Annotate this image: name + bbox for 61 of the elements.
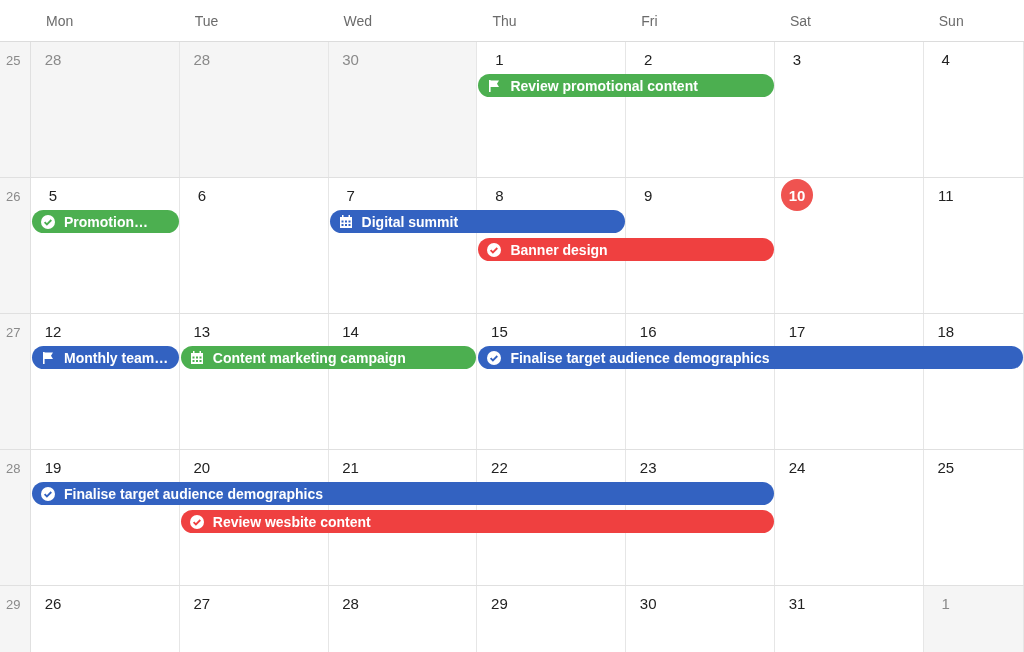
- weekday-label: Sat: [790, 12, 811, 29]
- day-number: 21: [341, 457, 360, 478]
- check-circle-icon: [188, 513, 205, 530]
- day-number: 16: [638, 321, 658, 342]
- day-number: 1: [494, 49, 505, 70]
- event-bar[interactable]: Finalise target audience demographics: [478, 346, 1023, 369]
- flag-icon: [40, 349, 56, 366]
- day-number: 10: [781, 179, 813, 211]
- day-number: 23: [638, 457, 658, 478]
- day-number: 30: [341, 49, 360, 70]
- calendar-icon: [337, 213, 354, 230]
- weekday-label: Wed: [343, 12, 373, 29]
- day-number: 19: [43, 457, 63, 478]
- event-bar[interactable]: Monthly team…: [32, 346, 179, 369]
- day-number: 7: [345, 185, 356, 206]
- weekday-label: Fri: [641, 12, 658, 29]
- day-number: 18: [936, 321, 956, 342]
- day-number: 30: [638, 593, 658, 614]
- day-number: 6: [196, 185, 207, 206]
- day-number: 26: [43, 593, 63, 614]
- check-circle-icon: [486, 349, 503, 366]
- day-number: 9: [643, 185, 654, 206]
- day-number: 12: [43, 321, 63, 342]
- day-number: 2: [643, 49, 654, 70]
- day-number: 24: [787, 457, 807, 478]
- day-number: 3: [791, 49, 803, 70]
- weekday-label: Tue: [194, 12, 219, 29]
- day-number: 15: [490, 321, 509, 342]
- day-number: 29: [490, 593, 509, 614]
- day-number: 28: [192, 49, 212, 70]
- day-number: 17: [787, 321, 807, 342]
- check-circle-icon: [40, 213, 56, 230]
- event-bar[interactable]: Finalise target audience demographics: [32, 482, 774, 505]
- weekday-label: Thu: [492, 12, 517, 29]
- day-number: 11: [937, 185, 955, 206]
- day-number: 25: [936, 457, 956, 478]
- check-circle-icon: [40, 485, 56, 502]
- day-number: 22: [490, 457, 509, 478]
- day-number: 14: [341, 321, 360, 342]
- weekday-label: Mon: [46, 12, 74, 29]
- day-number: 28: [43, 49, 63, 70]
- day-number: 27: [192, 593, 212, 614]
- calendar-icon: [188, 349, 205, 366]
- day-number: 31: [787, 593, 807, 614]
- event-bar[interactable]: Review wesbite content: [180, 510, 774, 533]
- weekday-label: Sun: [938, 12, 964, 29]
- week-number: 27: [6, 325, 21, 340]
- week-number: 28: [6, 461, 21, 476]
- day-number: 5: [47, 185, 59, 206]
- day-number: 13: [192, 321, 212, 342]
- event-bar[interactable]: Digital summit: [329, 210, 626, 233]
- event-bar[interactable]: Banner design: [478, 238, 774, 261]
- week-number: 25: [6, 53, 21, 68]
- check-circle-icon: [486, 241, 503, 258]
- day-number: 1: [940, 593, 951, 614]
- day-number: 28: [341, 593, 360, 614]
- week-number: 26: [6, 189, 21, 204]
- day-number: 4: [940, 49, 951, 70]
- day-number: 20: [192, 457, 212, 478]
- day-number: 8: [494, 185, 505, 206]
- week-number: 29: [6, 597, 21, 612]
